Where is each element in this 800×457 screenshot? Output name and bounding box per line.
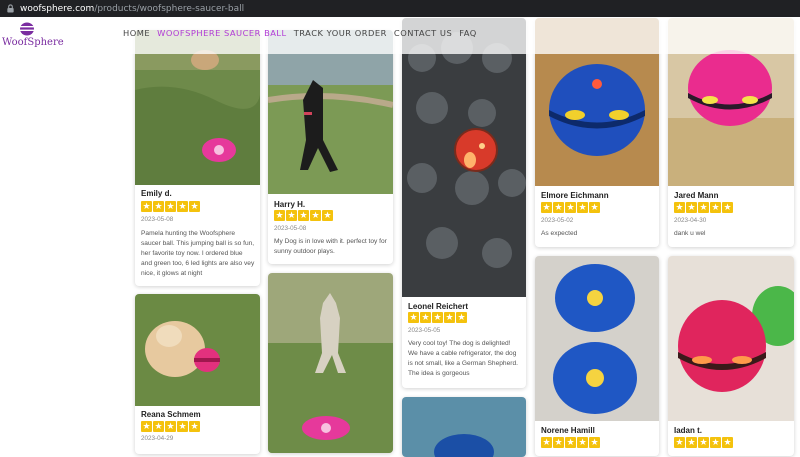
review-card-harry: Harry H. ★ ★ ★ ★ ★ 2023-05-08 My Dog is in l… <box>268 30 393 264</box>
review-card-reana: Reana Schmem ★ ★ ★ ★ ★ 2023-04-29 <box>135 294 260 454</box>
review-date: 2023-05-05 <box>408 327 441 334</box>
star-icon: ★ <box>286 210 297 221</box>
review-text: Very cool toy! The dog is delighted! We … <box>408 340 518 377</box>
star-icon: ★ <box>541 202 552 213</box>
star-icon: ★ <box>153 421 164 432</box>
reviewer-name: Iadan t. <box>674 426 703 435</box>
star-icon: ★ <box>565 437 576 448</box>
nav-track-order[interactable]: TRACK YOUR ORDER <box>294 28 387 38</box>
star-icon: ★ <box>408 312 419 323</box>
reviewer-name: Leonel Reichert <box>408 302 469 311</box>
star-icon: ★ <box>565 202 576 213</box>
nav-home[interactable]: HOME <box>123 28 150 38</box>
star-icon: ★ <box>153 201 164 212</box>
nav-faq[interactable]: FAQ <box>459 28 477 38</box>
ball-logo-icon <box>20 22 34 36</box>
review-photo-pomeranian[interactable] <box>135 294 260 406</box>
url-path: /products/woofsphere-saucer-ball <box>94 3 245 14</box>
star-icon: ★ <box>274 210 285 221</box>
star-rating: ★ ★ ★ ★ ★ <box>541 437 600 448</box>
review-text: My Dog is in love with it. perfect toy f… <box>274 238 387 255</box>
star-icon: ★ <box>722 202 733 213</box>
star-icon: ★ <box>165 201 176 212</box>
star-rating: ★ ★ ★ ★ ★ <box>141 201 200 212</box>
star-icon: ★ <box>189 421 200 432</box>
star-icon: ★ <box>553 437 564 448</box>
review-date: 2023-04-30 <box>674 217 707 224</box>
review-photo-black-dog[interactable] <box>268 30 393 194</box>
star-icon: ★ <box>674 202 685 213</box>
star-rating: ★ ★ ★ ★ ★ <box>674 437 733 448</box>
browser-address-bar[interactable]: woofsphere.com/products/woofsphere-sauce… <box>0 0 800 17</box>
star-rating: ★ ★ ★ ★ ★ <box>541 202 600 213</box>
star-icon: ★ <box>541 437 552 448</box>
main-nav: HOME WOOFSPHERE SAUCER BALL TRACK YOUR O… <box>123 28 477 38</box>
review-date: 2023-05-08 <box>141 216 174 223</box>
star-rating: ★ ★ ★ ★ ★ <box>674 202 733 213</box>
reviewer-name: Jared Mann <box>674 191 719 200</box>
reviewer-name: Emily d. <box>141 189 172 198</box>
star-icon: ★ <box>698 202 709 213</box>
brand-name: WoofSphere <box>2 37 64 48</box>
review-card-husky <box>268 273 393 453</box>
address-url: woofsphere.com/products/woofsphere-sauce… <box>20 4 244 14</box>
star-rating: ★ ★ ★ ★ ★ <box>274 210 333 221</box>
star-icon: ★ <box>141 201 152 212</box>
review-card-emily: Emily d. ★ ★ ★ ★ ★ 2023-05-08 Pamela hunting… <box>135 30 260 286</box>
star-icon: ★ <box>722 437 733 448</box>
star-icon: ★ <box>420 312 431 323</box>
review-text: Pamela hunting the Woofsphere saucer bal… <box>141 230 255 277</box>
star-icon: ★ <box>577 202 588 213</box>
review-card-iadan: Iadan t. ★ ★ ★ ★ ★ <box>668 256 794 456</box>
reviewer-name: Reana Schmem <box>141 410 201 419</box>
star-icon: ★ <box>456 312 467 323</box>
star-rating: ★ ★ ★ ★ ★ <box>141 421 200 432</box>
star-icon: ★ <box>686 437 697 448</box>
star-rating: ★ ★ ★ ★ ★ <box>408 312 467 323</box>
review-date: 2023-04-29 <box>141 435 174 442</box>
review-photo-led-ball-night[interactable] <box>402 18 526 297</box>
review-date: 2023-05-02 <box>541 217 574 224</box>
review-text: dank u wel <box>674 230 706 237</box>
star-icon: ★ <box>577 437 588 448</box>
url-host: woofsphere.com <box>20 3 95 14</box>
review-card-norene: Norene Hamill ★ ★ ★ ★ ★ <box>535 256 659 456</box>
star-icon: ★ <box>553 202 564 213</box>
review-text: As expected <box>541 230 578 237</box>
nav-saucer-ball[interactable]: WOOFSPHERE SAUCER BALL <box>157 28 287 38</box>
star-icon: ★ <box>710 202 721 213</box>
review-photo-blue-ball[interactable] <box>402 397 526 457</box>
star-icon: ★ <box>444 312 455 323</box>
star-icon: ★ <box>189 201 200 212</box>
star-icon: ★ <box>165 421 176 432</box>
reviewer-name: Elmore Eichmann <box>541 191 609 200</box>
review-photo-red-green-balls[interactable] <box>668 256 794 421</box>
review-date: 2023-05-08 <box>274 225 307 232</box>
star-icon: ★ <box>589 202 600 213</box>
star-icon: ★ <box>310 210 321 221</box>
site-logo[interactable]: WoofSphere <box>2 22 64 52</box>
review-card-partial <box>402 397 526 457</box>
review-photo-two-blue-balls[interactable] <box>535 256 659 421</box>
star-icon: ★ <box>589 437 600 448</box>
star-icon: ★ <box>698 437 709 448</box>
review-photo-husky-with-saucer-ball[interactable] <box>268 273 393 453</box>
review-card-leonel: Leonel Reichert ★ ★ ★ ★ ★ 2023-05-05 Very co… <box>402 18 526 388</box>
star-icon: ★ <box>177 421 188 432</box>
star-icon: ★ <box>141 421 152 432</box>
reviewer-name: Norene Hamill <box>541 426 595 435</box>
star-icon: ★ <box>432 312 443 323</box>
reviewer-name: Harry H. <box>274 200 306 209</box>
nav-contact-us[interactable]: CONTACT US <box>394 28 452 38</box>
star-icon: ★ <box>710 437 721 448</box>
site-header: WoofSphere HOME WOOFSPHERE SAUCER BALL T… <box>0 17 800 54</box>
lock-icon <box>7 4 14 13</box>
star-icon: ★ <box>322 210 333 221</box>
star-icon: ★ <box>298 210 309 221</box>
star-icon: ★ <box>686 202 697 213</box>
star-icon: ★ <box>177 201 188 212</box>
star-icon: ★ <box>674 437 685 448</box>
